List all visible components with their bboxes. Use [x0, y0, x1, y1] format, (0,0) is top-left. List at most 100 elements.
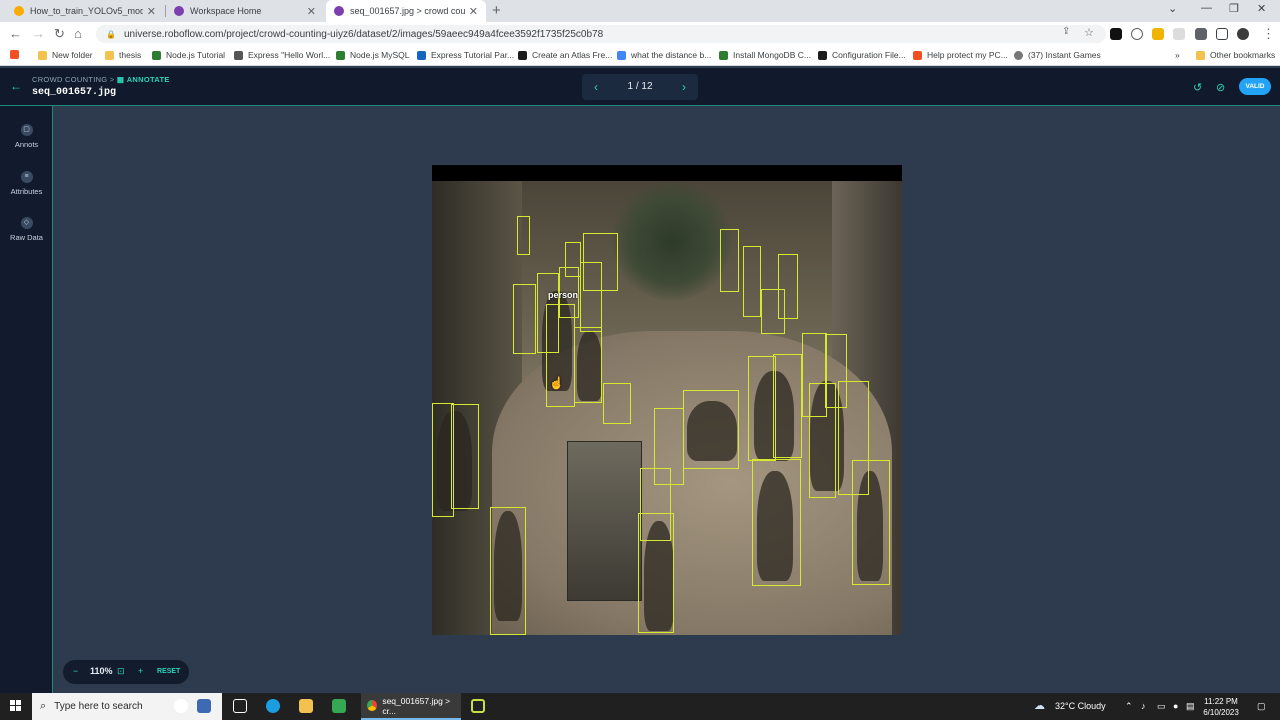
extension-icon[interactable]: [1110, 28, 1122, 40]
speaker-icon[interactable]: ♪: [1141, 701, 1146, 711]
folder-icon: [105, 50, 114, 60]
tab-search-icon[interactable]: ⌄: [1168, 2, 1177, 15]
extensions-puzzle-icon[interactable]: [1195, 28, 1207, 40]
window-close-icon[interactable]: ✕: [1257, 2, 1266, 15]
side-panel-icon[interactable]: [1216, 28, 1228, 40]
bookmark-item[interactable]: thesis: [105, 50, 141, 60]
browser-tab-colab[interactable]: How_to_train_YOLOv5_model_an ✕: [6, 0, 164, 22]
close-icon[interactable]: ✕: [147, 5, 156, 18]
pager-text: 1 / 12: [627, 81, 653, 92]
bounding-box-person[interactable]: [603, 383, 631, 424]
minimize-icon[interactable]: —: [1201, 2, 1212, 14]
sidebar-item-raw-data[interactable]: ◇ Raw Data: [0, 211, 53, 242]
status-badge[interactable]: VALID: [1239, 78, 1271, 95]
bounding-box-person[interactable]: [748, 356, 776, 461]
bounding-box-person[interactable]: [752, 459, 801, 586]
bookmark-item[interactable]: Node.js MySQL: [336, 50, 410, 60]
history-icon[interactable]: ↺: [1193, 81, 1202, 94]
network-icon[interactable]: ▤: [1186, 701, 1195, 712]
bookmark-item[interactable]: Install MongoDB C...: [719, 50, 811, 60]
extension-icon[interactable]: [1173, 28, 1185, 40]
reset-zoom-button[interactable]: RESET: [157, 668, 180, 675]
display-icon[interactable]: ▭: [1157, 701, 1166, 712]
bounding-box-person[interactable]: [809, 383, 836, 498]
bounding-box-person[interactable]: [773, 354, 802, 458]
bookmark-item[interactable]: New folder: [38, 50, 93, 60]
maximize-icon[interactable]: ❐: [1229, 2, 1239, 15]
app-icon[interactable]: [471, 699, 485, 713]
microphone-icon[interactable]: ●: [1173, 701, 1178, 711]
bookmark-item[interactable]: what the distance b...: [617, 50, 711, 60]
address-bar[interactable]: 🔒 universe.roboflow.com/project/crowd-co…: [96, 25, 1106, 43]
bounding-box-person[interactable]: [852, 460, 890, 585]
reload-icon[interactable]: ↻: [54, 26, 65, 42]
bounding-box-person[interactable]: [546, 304, 575, 407]
search-icon: ⌕: [40, 700, 47, 712]
profile-avatar[interactable]: [1237, 28, 1249, 40]
chevron-up-icon[interactable]: ⌃: [1125, 701, 1133, 712]
close-icon[interactable]: ✕: [307, 5, 316, 18]
bookmark-item[interactable]: Node.js Tutorial: [152, 50, 225, 60]
zoom-out-icon[interactable]: −: [73, 666, 78, 676]
soccer-ball-icon: [174, 699, 188, 713]
bookmark-item[interactable]: Express "Hello Worl...: [234, 50, 330, 60]
bookmark-item[interactable]: Configuration File...: [818, 50, 906, 60]
home-icon[interactable]: ⌂: [74, 26, 82, 41]
image-letterbox: [432, 165, 902, 181]
bookmark-item[interactable]: Other bookmarks: [1196, 50, 1275, 60]
zoom-in-icon[interactable]: +: [138, 666, 143, 676]
breadcrumb-project[interactable]: CROWD COUNTING: [32, 75, 107, 84]
hide-annotations-icon[interactable]: ⊘: [1216, 81, 1225, 94]
menu-icon[interactable]: ⋮: [1262, 26, 1275, 42]
bookmark-item[interactable]: (37) Instant Games: [1014, 50, 1101, 60]
close-icon[interactable]: ✕: [469, 5, 478, 18]
browser-tab-workspace[interactable]: Workspace Home ✕: [166, 0, 324, 22]
bounding-box-person[interactable]: [638, 513, 674, 633]
lock-zoom-icon[interactable]: ⊡: [117, 666, 125, 677]
back-icon[interactable]: ←: [9, 26, 22, 41]
app-icon[interactable]: [332, 699, 346, 713]
w3schools-icon: [152, 50, 161, 60]
bounding-box-person[interactable]: [580, 262, 602, 332]
w3schools-icon: [336, 50, 345, 60]
extension-icon[interactable]: [1152, 28, 1164, 40]
bookmark-item[interactable]: Create an Atlas Fre...: [518, 50, 612, 60]
bounding-box-person[interactable]: [574, 327, 602, 403]
file-explorer-icon[interactable]: [299, 699, 313, 713]
bounding-box-person[interactable]: [451, 404, 479, 509]
bounding-box-person[interactable]: [720, 229, 739, 292]
new-tab-icon[interactable]: +: [492, 2, 501, 19]
task-view-icon[interactable]: [233, 699, 247, 713]
bookmark-apps[interactable]: [10, 50, 24, 59]
bookmark-label: Help protect my PC...: [927, 50, 1008, 60]
more-bookmarks-icon[interactable]: »: [1175, 50, 1180, 60]
notifications-icon[interactable]: ▢: [1257, 701, 1266, 712]
bounding-box-person[interactable]: [743, 246, 761, 317]
share-icon[interactable]: ⇪: [1062, 26, 1070, 37]
bookmark-star-icon[interactable]: ☆: [1084, 26, 1094, 39]
sidebar-item-attributes[interactable]: ≡ Attributes: [0, 165, 53, 196]
next-image-icon[interactable]: ›: [682, 80, 686, 94]
google-extension-icon[interactable]: [1131, 28, 1143, 40]
browser-tab-active[interactable]: seq_001657.jpg > crowd countin ✕: [326, 0, 486, 22]
bookmark-label: thesis: [119, 50, 142, 60]
bounding-box-person[interactable]: [761, 289, 785, 334]
edge-icon[interactable]: [266, 699, 280, 713]
bookmark-item[interactable]: Express Tutorial Par...: [417, 50, 514, 60]
system-clock[interactable]: 11:22 PM 6/10/2023: [1196, 696, 1246, 718]
breadcrumb-mode[interactable]: ANNOTATE: [127, 75, 170, 84]
bounding-box-person[interactable]: [490, 507, 526, 635]
bounding-box-person[interactable]: [517, 216, 530, 255]
bookmark-label: Other bookmarks: [1210, 50, 1276, 60]
sidebar-item-annots[interactable]: ▢ Annots: [0, 118, 53, 149]
bookmark-item[interactable]: Help protect my PC...: [913, 50, 1008, 60]
bounding-box-person[interactable]: [513, 284, 536, 354]
widget-icon: [197, 699, 211, 713]
taskbar-search[interactable]: ⌕ Type here to search: [32, 693, 222, 720]
bounding-box-person[interactable]: [683, 390, 739, 469]
weather-text[interactable]: 32°C Cloudy: [1055, 701, 1106, 711]
taskbar-chrome-window[interactable]: seq_001657.jpg > cr...: [361, 693, 461, 720]
windows-start-icon[interactable]: [10, 700, 22, 712]
forward-icon[interactable]: →: [32, 26, 45, 41]
back-arrow-icon[interactable]: ←: [10, 79, 22, 93]
